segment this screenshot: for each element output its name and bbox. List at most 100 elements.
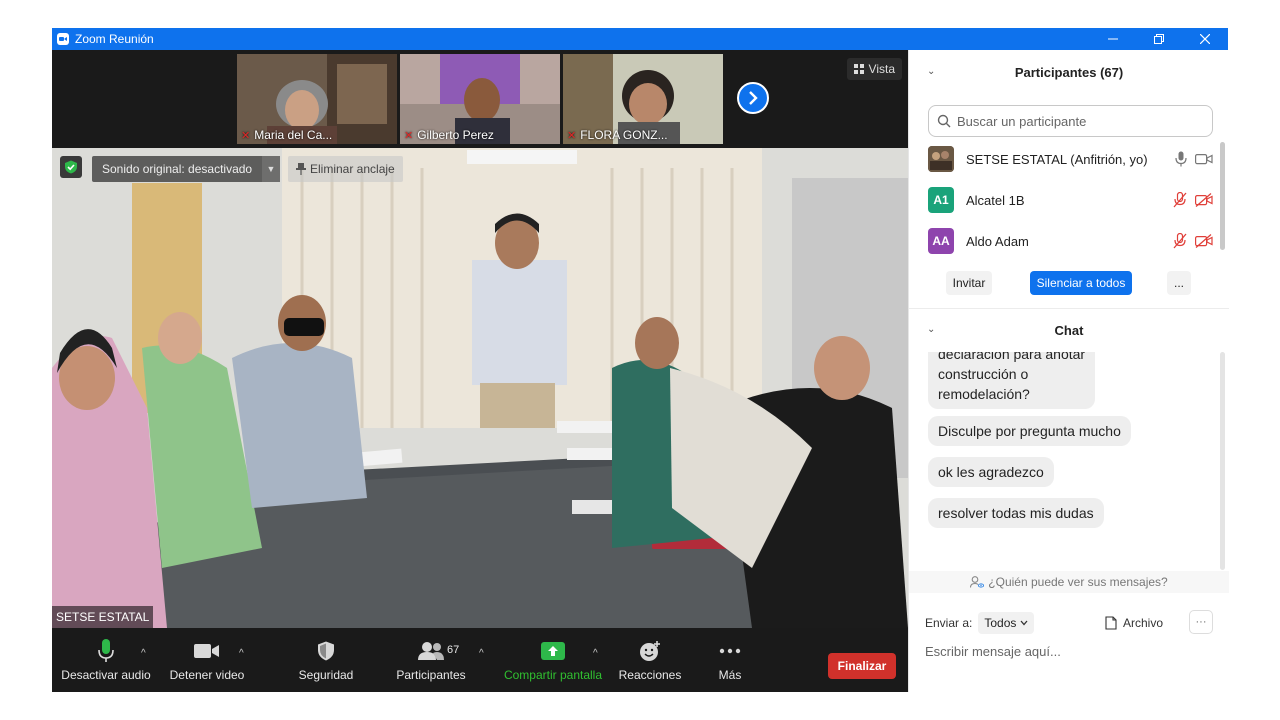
send-to-value: Todos [984, 616, 1017, 630]
participants-label: Participantes [396, 668, 466, 682]
meeting-room-video-image [52, 148, 908, 628]
send-to-dropdown[interactable]: Todos [978, 612, 1035, 634]
send-to-label: Enviar a: [925, 616, 973, 630]
video-stage: ✕ Maria del Ca... ✕ Gilberto Perez ✕ FLORA … [52, 50, 908, 628]
video-camera-icon[interactable] [1195, 153, 1213, 165]
mute-audio-label: Desactivar audio [61, 668, 151, 682]
pin-icon [296, 163, 306, 175]
participants-button[interactable]: Participantes [392, 628, 470, 692]
chevron-down-icon: ▼ [266, 164, 276, 174]
participant-search[interactable] [928, 105, 1213, 137]
reactions-button[interactable]: Reacciones [616, 628, 684, 692]
grid-icon [853, 64, 864, 74]
participant-row[interactable]: SETSE ESTATAL (Anfitrión, yo) [928, 145, 1213, 173]
view-label: Vista [868, 62, 895, 76]
original-sound-dropdown[interactable]: ▼ [262, 156, 280, 182]
zoom-window: Zoom Reunión ✕ Maria del Ca... ✕ Gilberto … [52, 28, 1229, 692]
microphone-muted-icon[interactable] [1173, 192, 1187, 208]
participant-name: Alcatel 1B [966, 192, 1025, 208]
invite-button[interactable]: Invitar [946, 271, 992, 295]
chat-message: declaración para anotar construcción o r… [928, 352, 1096, 409]
file-icon [1105, 616, 1117, 630]
original-sound-toggle[interactable]: Sonido original: desactivado [92, 156, 263, 182]
thumbnail-strip: ✕ Maria del Ca... ✕ Gilberto Perez ✕ FLORA … [52, 50, 908, 146]
more-button[interactable]: Más [707, 628, 753, 692]
chat-more-button[interactable]: ··· [1189, 610, 1213, 634]
participant-search-input[interactable] [957, 113, 1197, 129]
chat-messages: declaración para anotar construcción o r… [909, 352, 1221, 570]
side-panel: ⌄ Participantes (67) SETSE ESTATAL (Anfi… [908, 50, 1229, 692]
chat-message-input[interactable] [925, 639, 1215, 663]
unpin-button[interactable]: Eliminar anclaje [288, 156, 403, 182]
minimize-button[interactable] [1090, 28, 1136, 50]
video-camera-icon [194, 644, 219, 658]
active-speaker-video[interactable]: Sonido original: desactivado ▼ Eliminar … [52, 148, 908, 628]
shield-check-icon [65, 160, 77, 174]
participant-row[interactable]: AA Aldo Adam [928, 227, 1213, 255]
participants-scrollbar[interactable] [1220, 142, 1225, 250]
microphone-muted-icon[interactable] [1173, 233, 1187, 249]
chat-send-row: Enviar a: Todos Archivo ··· [925, 610, 1215, 636]
participant-name: SETSE ESTATAL (Anfitrión, yo) [966, 151, 1148, 167]
window-title: Zoom Reunión [75, 32, 154, 46]
thumbnail-label: ✕ Gilberto Perez [404, 128, 494, 142]
view-button[interactable]: Vista [846, 58, 902, 80]
chat-message: ok les agradezco [928, 457, 1054, 487]
reactions-label: Reacciones [618, 668, 682, 682]
video-thumbnail[interactable]: ✕ FLORA GONZ... [563, 54, 723, 144]
video-off-icon[interactable] [1195, 193, 1213, 207]
chat-scrollbar[interactable] [1220, 352, 1225, 570]
minimize-icon [1108, 38, 1118, 40]
close-button[interactable] [1182, 28, 1228, 50]
more-dots-icon [719, 648, 741, 654]
video-off-icon[interactable] [1195, 234, 1213, 248]
video-thumbnail[interactable]: ✕ Maria del Ca... [237, 54, 397, 144]
file-button[interactable]: Archivo [1105, 610, 1163, 636]
stop-video-label: Detener video [169, 668, 245, 682]
mute-audio-button[interactable]: Desactivar audio [60, 628, 152, 692]
video-options-caret[interactable]: ^ [239, 648, 244, 659]
chat-header: Chat [1054, 322, 1084, 338]
participants-count-badge: 67 [447, 644, 460, 656]
who-can-see-label: ¿Quién puede ver sus mensajes? [988, 575, 1168, 589]
original-sound-label: Sonido original: desactivado [102, 162, 253, 176]
stop-video-button[interactable]: Detener video [165, 628, 249, 692]
speaker-name-label: SETSE ESTATAL [52, 606, 154, 628]
encryption-badge[interactable] [60, 156, 82, 178]
avatar-photo [928, 146, 954, 172]
thumbnail-label: ✕ FLORA GONZ... [567, 128, 668, 142]
microphone-icon[interactable] [1175, 151, 1187, 167]
person-eye-icon [970, 576, 985, 588]
audio-options-caret[interactable]: ^ [141, 648, 146, 659]
avatar: A1 [928, 187, 954, 213]
mute-all-button[interactable]: Silenciar a todos [1030, 271, 1132, 295]
security-label: Seguridad [298, 668, 354, 682]
end-meeting-button[interactable]: Finalizar [828, 653, 896, 679]
close-icon [1200, 34, 1210, 44]
title-bar: Zoom Reunión [52, 28, 1228, 50]
participants-icon [418, 642, 444, 660]
security-button[interactable]: Seguridad [289, 628, 363, 692]
chat-message: Disculpe por pregunta mucho [928, 416, 1131, 446]
search-icon [937, 114, 951, 128]
smiley-plus-icon [640, 641, 660, 661]
participant-name: Aldo Adam [966, 233, 1029, 249]
thumbnail-name: Maria del Ca... [254, 128, 333, 142]
chat-message: resolver todas mis dudas [928, 498, 1104, 528]
file-label: Archivo [1123, 616, 1164, 630]
thumbnail-name: Gilberto Perez [417, 128, 494, 142]
share-screen-label: Compartir pantalla [503, 668, 603, 682]
participant-row[interactable]: A1 Alcatel 1B [928, 186, 1213, 214]
chevron-down-icon [1020, 620, 1028, 626]
participants-options-caret[interactable]: ^ [479, 648, 484, 659]
zoom-app-icon [57, 33, 69, 45]
restore-button[interactable] [1136, 28, 1182, 50]
participants-more-button[interactable]: ... [1167, 271, 1191, 295]
next-page-button[interactable] [737, 82, 769, 114]
video-thumbnail[interactable]: ✕ Gilberto Perez [400, 54, 560, 144]
share-options-caret[interactable]: ^ [593, 648, 598, 659]
share-screen-button[interactable]: Compartir pantalla [502, 628, 604, 692]
thumbnail-label: ✕ Maria del Ca... [241, 128, 332, 142]
mic-muted-icon: ✕ [404, 129, 414, 142]
who-can-see-link[interactable]: ¿Quién puede ver sus mensajes? [909, 571, 1229, 593]
